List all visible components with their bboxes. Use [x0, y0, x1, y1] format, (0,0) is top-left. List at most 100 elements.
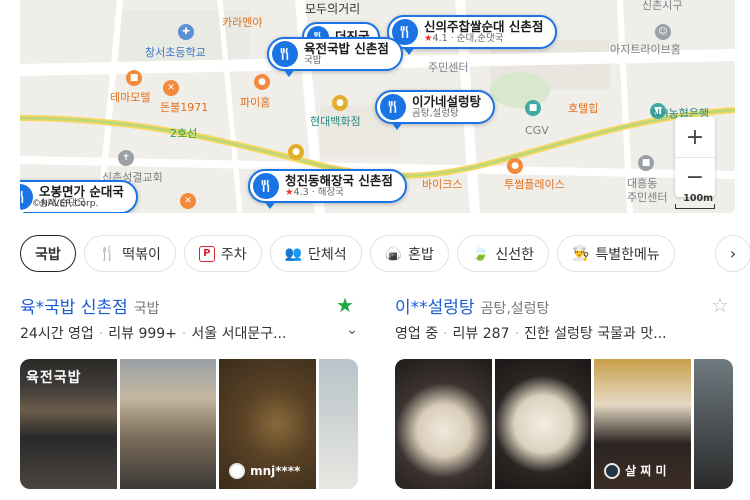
- hotel-icon: ■: [126, 70, 142, 86]
- smile-icon: ☺: [655, 24, 671, 40]
- marker-name: 이가네설렁탕: [412, 93, 482, 109]
- map-label: 모두의거리: [305, 2, 361, 16]
- photo-storefront[interactable]: 육전국밥: [20, 359, 117, 489]
- chevron-right-icon[interactable]: ›: [715, 235, 750, 272]
- fork-knife-icon: 🍴: [98, 245, 117, 262]
- leaf-icon: 🍃: [471, 245, 490, 262]
- marker-rating: 4.3: [293, 186, 309, 198]
- avatar: [604, 462, 621, 479]
- marker-category: 순대,순댓국: [456, 32, 504, 44]
- marker-category: 해장국: [317, 186, 344, 198]
- cafe-icon: ●: [254, 74, 270, 90]
- map-label: 돈불1971: [160, 101, 209, 114]
- review-count: 리뷰 999+: [108, 326, 177, 342]
- chip-label: 떡볶이: [122, 246, 161, 263]
- place-name[interactable]: 육*국밥 신촌점: [20, 293, 128, 318]
- school-icon: ✚: [178, 24, 194, 40]
- chevron-down-icon[interactable]: ⌄: [346, 323, 358, 338]
- store-sign-text: 육전국밥: [26, 370, 82, 386]
- place-name[interactable]: 이**설렁탕: [395, 293, 475, 318]
- address-text: 서울 서대문구...: [191, 326, 287, 342]
- marker-name: 청진동해장국 신촌점: [285, 172, 393, 188]
- map-label: 파이홈: [240, 96, 271, 109]
- chip-parking[interactable]: P 주차: [183, 235, 262, 272]
- photo-food[interactable]: [494, 359, 592, 489]
- cafe-icon: ●: [507, 158, 523, 174]
- status-text: 영업 중: [395, 326, 439, 342]
- chip-tteokbokki[interactable]: 🍴 떡볶이: [83, 235, 176, 272]
- place-card[interactable]: 이**설렁탕 곰탕,설렁탕 ☆ 영업 중 · 리뷰 287 · 진한 설렁탕 국물과 맛…: [395, 293, 735, 489]
- chip-group-seat[interactable]: 👥 단체석: [269, 235, 362, 272]
- map-label: 2호선: [170, 127, 198, 140]
- status-text: 24시간 영업: [20, 326, 94, 342]
- restaurant-pin-icon: [272, 41, 298, 67]
- restaurant-icon: ✕: [180, 193, 196, 209]
- photo-user: 살 찌 미: [604, 462, 667, 479]
- star-filled-icon[interactable]: ★: [336, 293, 354, 317]
- map-scale-label: 100m: [683, 193, 713, 204]
- map-label: 현대백화점: [310, 115, 361, 128]
- map-marker[interactable]: 육전국밥 신촌점 국밥: [267, 37, 403, 77]
- photo-more[interactable]: [693, 359, 733, 489]
- zoom-in-button[interactable]: +: [675, 117, 715, 157]
- chip-label: 단체석: [308, 246, 347, 263]
- place-category: 국밥: [133, 301, 160, 317]
- chip-special-menu[interactable]: 👨‍🍳 특별한메뉴: [556, 235, 675, 272]
- map-marker[interactable]: 이가네설렁탕 곰탕,설렁탕: [375, 90, 496, 130]
- cafe-icon: ●: [288, 144, 304, 160]
- photo-strip[interactable]: 살 찌 미: [395, 359, 733, 489]
- star-outline-icon[interactable]: ☆: [711, 293, 729, 317]
- zoom-out-button[interactable]: −: [675, 157, 715, 197]
- marker-name: 신의주찹쌀순대 신촌점: [424, 18, 544, 34]
- map-label: CGV: [525, 124, 549, 137]
- star-icon: ★: [285, 186, 294, 198]
- chip-solo[interactable]: 🍙 혼밥: [369, 235, 449, 272]
- zoom-control: + −: [675, 117, 715, 197]
- description-text: 진한 설렁탕 국물과 맛...: [523, 326, 667, 342]
- restaurant-icon: ✕: [163, 80, 179, 96]
- photo-username: 살 찌 미: [625, 464, 667, 478]
- church-icon: ✝: [118, 150, 134, 166]
- hotel-icon: ■: [525, 100, 541, 116]
- chip-label: 신선한: [495, 246, 534, 263]
- map-label: 카라멘야: [222, 16, 263, 29]
- office-icon: ■: [638, 155, 654, 171]
- map-marker[interactable]: 신의주찹쌀순대 신촌점 ★4.1 · 순대,순댓국: [387, 15, 558, 55]
- map-label: 주민센터: [428, 61, 469, 74]
- chip-label: 주차: [220, 246, 247, 263]
- map-label: 테마모텔: [110, 91, 151, 104]
- filter-chips: 국밥 🍴 떡볶이 P 주차 👥 단체석 🍙 혼밥 🍃 신선한 👨‍🍳 특별한메뉴: [20, 235, 675, 272]
- chip-gukbap[interactable]: 국밥: [20, 235, 76, 272]
- photo-food[interactable]: mnj****: [219, 359, 316, 489]
- avatar: [229, 463, 246, 479]
- map-label: 바이크스: [422, 178, 463, 191]
- chip-fresh[interactable]: 🍃 신선한: [456, 235, 549, 272]
- marker-name: 오봉면가 순대국: [39, 183, 124, 199]
- photo-food[interactable]: [395, 359, 492, 489]
- map-scale-bar: [675, 204, 715, 209]
- place-card[interactable]: 육*국밥 신촌점 국밥 ★ 24시간 영업 · 리뷰 999+ · 서울 서대문구...…: [20, 293, 360, 489]
- photo-food[interactable]: 살 찌 미: [594, 359, 691, 489]
- marker-category: 곰탕,설렁탕: [412, 107, 459, 119]
- photo-strip[interactable]: 육전국밥 mnj****: [20, 359, 358, 489]
- chef-icon: 👨‍🍳: [571, 245, 590, 262]
- app-root: 모두의거리 신촌시구 카라멘야 ✚ 창서초등학교 ☺ 아지트라이브홈 ■ 테마모…: [0, 0, 750, 500]
- restaurant-pin-icon: [380, 94, 406, 120]
- map-label: 투썸플레이스: [504, 178, 565, 191]
- map-label: 주민센터: [627, 191, 668, 204]
- rice-ball-icon: 🍙: [384, 245, 403, 262]
- photo-more[interactable]: [318, 359, 358, 489]
- chip-label: 특별한메뉴: [595, 246, 660, 263]
- parking-icon: P: [198, 245, 215, 262]
- place-category: 곰탕,설렁탕: [480, 301, 550, 317]
- restaurant-pin-icon: [253, 173, 279, 199]
- photo-user: mnj****: [229, 463, 300, 479]
- people-icon: 👥: [284, 245, 303, 262]
- map-label: 아지트라이브홈: [610, 43, 681, 56]
- review-count: 리뷰 287: [452, 326, 510, 342]
- marker-rating: 4.1: [432, 32, 448, 44]
- map-marker[interactable]: 청진동해장국 신촌점 ★4.3 · 해장국: [248, 169, 407, 209]
- map-label: 호텔힙: [568, 102, 599, 115]
- map-view[interactable]: 모두의거리 신촌시구 카라멘야 ✚ 창서초등학교 ☺ 아지트라이브홈 ■ 테마모…: [20, 0, 735, 213]
- photo-interior[interactable]: [119, 359, 217, 489]
